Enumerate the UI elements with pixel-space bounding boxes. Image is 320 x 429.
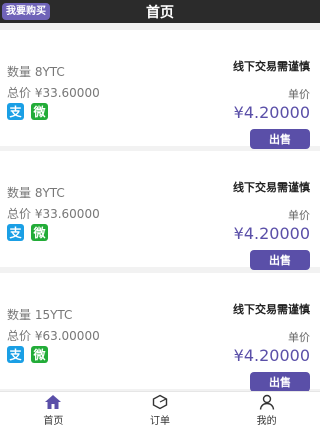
tab-profile[interactable]: 我的 (213, 392, 320, 429)
tab-home[interactable]: 首页 (0, 392, 107, 429)
unit-price-label: 单价 (288, 331, 310, 344)
payment-methods: 支 微 (7, 103, 48, 120)
listing-card: 数量 15YTC 总价 ¥63.00000 支 微 线下交易需谨慎 单价 ¥4.… (0, 273, 320, 391)
listing-card: 数量 8YTC 总价 ¥33.60000 支 微 线下交易需谨慎 单价 ¥4.2… (0, 30, 320, 149)
order-icon (152, 394, 168, 410)
bottom-tabbar: 首页 订单 我的 (0, 391, 320, 429)
sell-button[interactable]: 出售 (250, 129, 310, 149)
buy-button[interactable]: 我要购买 (2, 3, 50, 20)
home-icon (45, 395, 62, 409)
alipay-icon: 支 (7, 224, 24, 241)
listing-quantity: 数量 8YTC (7, 186, 65, 200)
page-title: 首页 (146, 4, 174, 21)
wechat-pay-icon: 微 (31, 224, 48, 241)
payment-methods: 支 微 (7, 224, 48, 241)
tab-profile-label: 我的 (256, 416, 277, 427)
trade-warning: 线下交易需谨慎 (233, 60, 310, 73)
trade-warning: 线下交易需谨慎 (233, 303, 310, 316)
tab-home-label: 首页 (43, 416, 64, 427)
alipay-icon: 支 (7, 103, 24, 120)
unit-price: ¥4.20000 (233, 103, 310, 122)
listing-card: 数量 8YTC 总价 ¥33.60000 支 微 线下交易需谨慎 单价 ¥4.2… (0, 151, 320, 270)
profile-icon (259, 394, 274, 410)
listing-quantity: 数量 8YTC (7, 65, 65, 79)
unit-price: ¥4.20000 (233, 346, 310, 365)
sell-button[interactable]: 出售 (250, 372, 310, 391)
listing-quantity: 数量 15YTC (7, 308, 73, 322)
wechat-pay-icon: 微 (31, 103, 48, 120)
unit-price: ¥4.20000 (233, 224, 310, 243)
wechat-pay-icon: 微 (31, 346, 48, 363)
unit-price-label: 单价 (288, 209, 310, 222)
tab-orders[interactable]: 订单 (107, 392, 214, 429)
sell-button[interactable]: 出售 (250, 250, 310, 270)
trade-warning: 线下交易需谨慎 (233, 181, 310, 194)
alipay-icon: 支 (7, 346, 24, 363)
listing-total: 总价 ¥33.60000 (7, 86, 100, 100)
listing-list[interactable]: 数量 8YTC 总价 ¥33.60000 支 微 线下交易需谨慎 单价 ¥4.2… (0, 23, 320, 391)
unit-price-label: 单价 (288, 88, 310, 101)
tab-orders-label: 订单 (150, 416, 170, 427)
listing-total: 总价 ¥63.00000 (7, 329, 100, 343)
payment-methods: 支 微 (7, 346, 48, 363)
top-header: 我要购买 首页 (0, 0, 320, 23)
listing-total: 总价 ¥33.60000 (7, 207, 100, 221)
